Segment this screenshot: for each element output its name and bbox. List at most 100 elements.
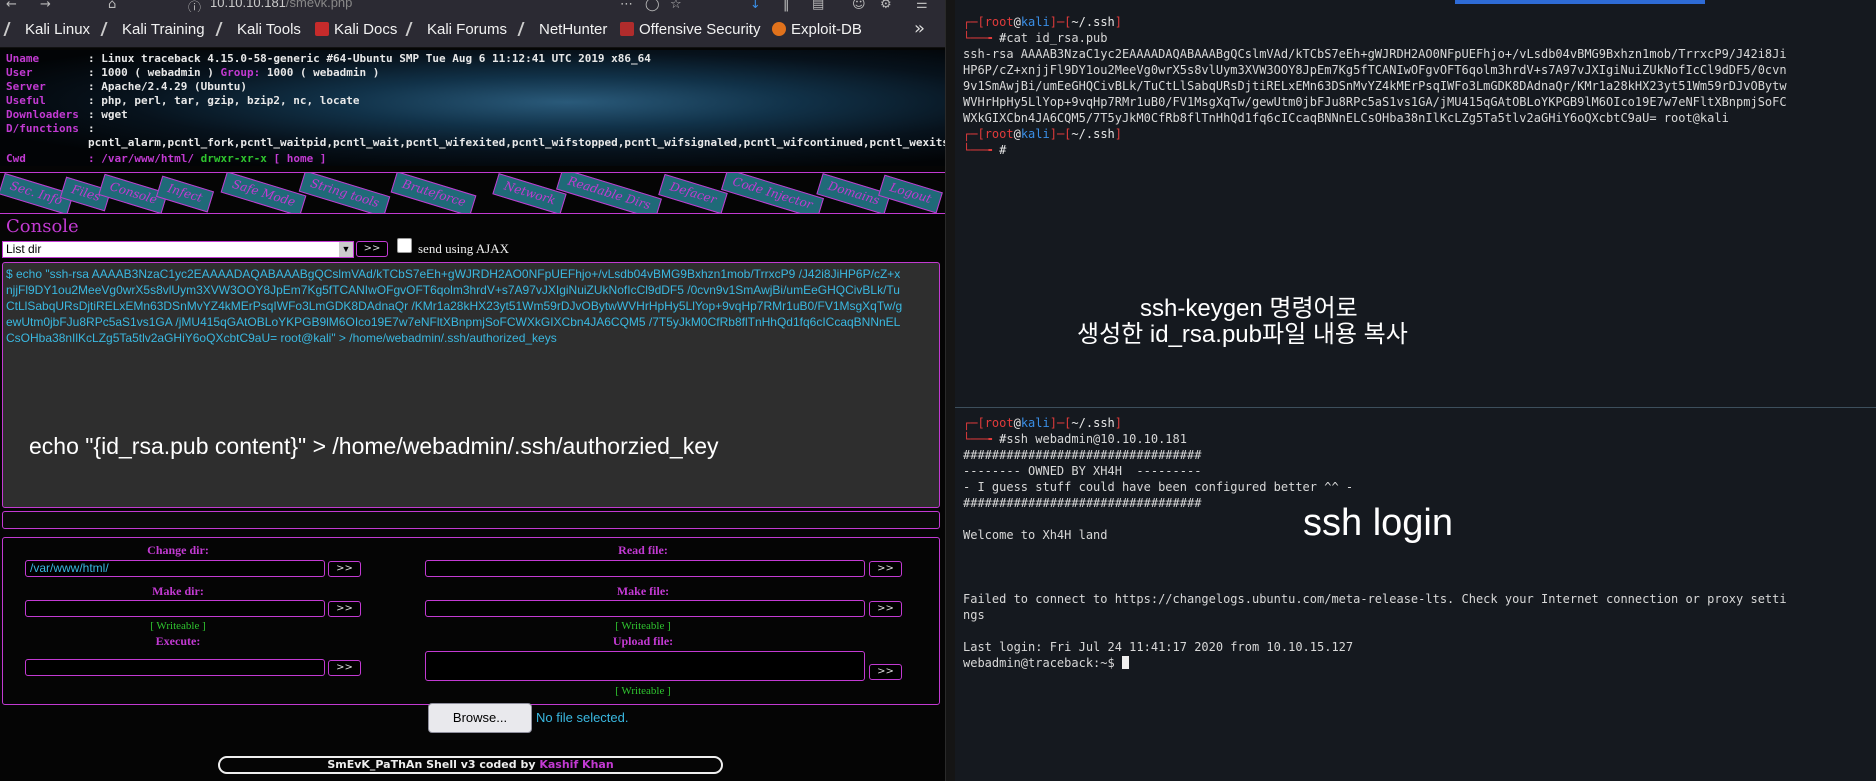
- download-icon[interactable]: ↧: [750, 0, 761, 12]
- make-dir-label: Make dir:: [152, 584, 204, 598]
- server-info-panel: Uname: Linux traceback 4.15.0-58-generic…: [0, 50, 945, 166]
- console-input[interactable]: [2, 511, 940, 529]
- library-icon[interactable]: ‖: [783, 0, 790, 12]
- nav-defacer[interactable]: Defacer: [658, 173, 728, 213]
- pubkey-line-3: 9v1SmAwjBi/umEeGHQCivBLk/TuCtLlSabqURsDj…: [963, 79, 1787, 93]
- info-icon[interactable]: ⓘ: [188, 0, 201, 12]
- bookmark-kali-forums[interactable]: Kali Forums: [405, 21, 507, 38]
- command-1: └──╼ #cat id_rsa.pub: [963, 31, 1108, 45]
- file-tools-panel: Change dir: /var/www/html/ >> Read file:…: [2, 537, 940, 705]
- prompt-3: ┌─[root@kali]─[~/.ssh]: [963, 416, 1123, 430]
- bookmark-kali-docs[interactable]: Kali Docs: [315, 21, 397, 38]
- home-icon[interactable]: ⌂: [108, 0, 116, 12]
- no-file-text: No file selected.: [536, 710, 629, 725]
- uname-row: Uname: Linux traceback 4.15.0-58-generic…: [6, 52, 651, 65]
- account-icon[interactable]: ☺: [852, 0, 866, 12]
- pubkey-line-2: HP6P/cZ+xnjjFl9DY1ou2MeeVg0wrX5s8vlUym3X…: [963, 63, 1787, 77]
- dfunctions-list: pcntl_alarm,pcntl_fork,pcntl_waitpid,pcn…: [88, 136, 945, 149]
- banner-hashes-2: #################################: [963, 496, 1202, 510]
- bookmark-kali-linux[interactable]: Kali Linux: [3, 21, 90, 38]
- fail-line-1: Failed to connect to https://changelogs.…: [963, 592, 1787, 606]
- read-file-button[interactable]: >>: [869, 561, 902, 577]
- ajax-checkbox[interactable]: [397, 238, 412, 253]
- nav-infect[interactable]: Infect: [155, 175, 214, 213]
- shell-prompt: webadmin@traceback:~$: [963, 655, 1129, 671]
- url-bar[interactable]: ← → ⌂ ⓘ 10.10.10.181/smevk.php ⋯ ◯ ☆ ↧ ‖…: [0, 0, 945, 12]
- prompt-2-cmd: └──╼ #: [963, 143, 1007, 157]
- console-title: Console: [6, 216, 79, 237]
- nav-string-tools[interactable]: String tools: [298, 173, 391, 213]
- console-annotation: echo "{id_rsa.pub content}" > /home/weba…: [29, 433, 719, 459]
- window-divider[interactable]: [945, 0, 955, 781]
- upload-writeable: [ Writeable ]: [615, 685, 671, 697]
- console-output[interactable]: $ echo "ssh-rsa AAAAB3NzaC1yc2EAAAADAQAB…: [2, 262, 940, 508]
- kali-dragon-icon: [517, 22, 537, 36]
- banner-owned: -------- OWNED BY XH4H ---------: [963, 464, 1202, 478]
- kali-docs-icon: [315, 22, 329, 36]
- command-preset-select[interactable]: List dir ▼: [2, 241, 354, 258]
- exploit-db-icon: [772, 22, 786, 36]
- bookmark-offensive-security[interactable]: Offensive Security: [620, 21, 760, 38]
- hamburger-menu-icon[interactable]: ☰: [916, 0, 928, 12]
- last-login-line: Last login: Fri Jul 24 11:41:17 2020 fro…: [963, 640, 1354, 654]
- run-preset-button[interactable]: >>: [356, 241, 388, 257]
- make-dir-button[interactable]: >>: [328, 601, 361, 617]
- offsec-icon: [620, 22, 634, 36]
- fail-line-2: ngs: [963, 608, 985, 622]
- change-dir-label: Change dir:: [147, 543, 209, 557]
- useful-row: Useful: php, perl, tar, gzip, bzip2, nc,…: [6, 94, 360, 107]
- banner-guess: - I guess stuff could have been configur…: [963, 480, 1354, 494]
- browse-button[interactable]: Browse...: [428, 703, 532, 733]
- star-icon[interactable]: ☆: [670, 0, 682, 12]
- prompt-1: ┌─[root@kali]─[~/.ssh]: [963, 15, 1123, 29]
- user-row: User: 1000 ( webadmin ) Group: 1000 ( we…: [6, 66, 380, 79]
- command-2: └──╼ #ssh webadmin@10.10.10.181: [963, 432, 1187, 446]
- console-command-text: $ echo "ssh-rsa AAAAB3NzaC1yc2EAAAADAQAB…: [6, 267, 903, 345]
- bookmark-kali-training[interactable]: Kali Training: [100, 21, 205, 38]
- read-file-label: Read file:: [618, 543, 668, 557]
- change-dir-button[interactable]: >>: [328, 561, 361, 577]
- browser-window: ← → ⌂ ⓘ 10.10.10.181/smevk.php ⋯ ◯ ☆ ↧ ‖…: [0, 0, 945, 781]
- execute-button[interactable]: >>: [328, 660, 361, 676]
- make-file-input[interactable]: [425, 600, 865, 617]
- dfunctions-row: D/functions:: [6, 122, 95, 135]
- bookmark-exploit-db[interactable]: Exploit-DB: [772, 21, 862, 38]
- upload-file-label: Upload file:: [612, 634, 674, 648]
- shell-nav-bar: Sec. Info Files Console Infect Safe Mode…: [0, 172, 945, 214]
- terminal-cursor: [1121, 656, 1129, 669]
- prompt-2: ┌─[root@kali]─[~/.ssh]: [963, 127, 1123, 141]
- forward-icon[interactable]: →: [40, 0, 51, 12]
- url-text[interactable]: 10.10.10.181/smevk.php: [210, 0, 352, 10]
- back-icon[interactable]: ←: [6, 0, 17, 12]
- shell-footer: SmEvK_PaThAn Shell v3 coded by Kashif Kh…: [218, 756, 723, 774]
- change-dir-input[interactable]: /var/www/html/: [25, 560, 325, 577]
- execute-input[interactable]: [25, 659, 325, 676]
- sidebar-icon[interactable]: ▤: [812, 0, 824, 12]
- settings-icon[interactable]: ⚙: [880, 0, 892, 12]
- pane-separator[interactable]: [955, 407, 1876, 408]
- terminal-window[interactable]: ┌─[root@kali]─[~/.ssh] └──╼ #cat id_rsa.…: [955, 0, 1876, 781]
- menu-dots-icon[interactable]: ⋯: [620, 0, 633, 12]
- nav-safe-mode[interactable]: Safe Mode: [220, 173, 307, 213]
- kali-dragon-icon: [405, 22, 425, 36]
- banner-hashes-1: #################################: [963, 448, 1202, 462]
- read-file-input[interactable]: [425, 560, 865, 577]
- bookmark-kali-tools[interactable]: Kali Tools: [215, 21, 301, 38]
- make-file-button[interactable]: >>: [869, 601, 902, 617]
- author-link[interactable]: Kashif Khan: [539, 758, 613, 771]
- nav-readable-dirs[interactable]: Readable Dirs: [556, 173, 662, 213]
- bookmark-nethunter[interactable]: NetHunter: [517, 21, 607, 38]
- more-bookmarks-icon[interactable]: »: [914, 18, 925, 39]
- nav-code-injector[interactable]: Code Injector: [720, 173, 824, 213]
- upload-file-button[interactable]: >>: [869, 664, 902, 680]
- pocket-icon[interactable]: ◯: [645, 0, 660, 12]
- make-dir-input[interactable]: [25, 600, 325, 617]
- kali-dragon-icon: [100, 22, 120, 36]
- nav-network[interactable]: Network: [492, 173, 567, 213]
- server-row: Server: Apache/2.4.29 (Ubuntu): [6, 80, 247, 93]
- console-controls: List dir ▼ >> send using AJAX: [0, 238, 945, 262]
- nav-logout[interactable]: Logout: [878, 174, 943, 213]
- downloaders-row: Downloaders: wget: [6, 108, 128, 121]
- nav-bruteforce[interactable]: Bruteforce: [390, 173, 477, 213]
- upload-file-field[interactable]: [425, 651, 865, 681]
